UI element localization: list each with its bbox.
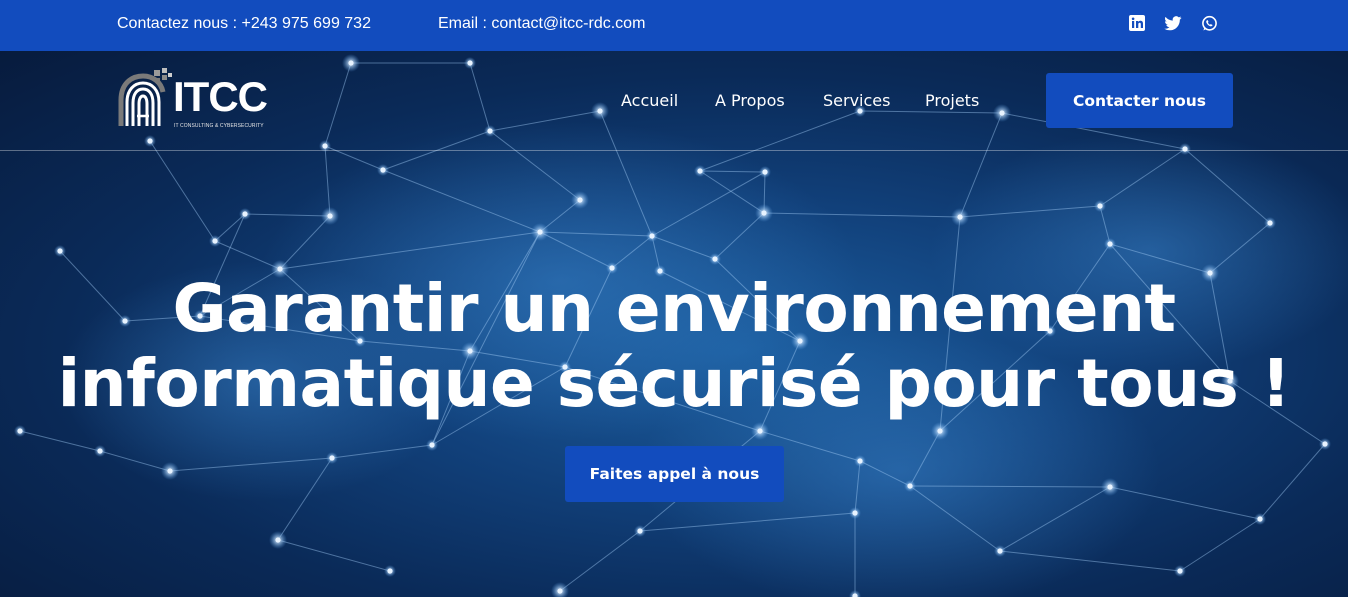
itcc-logo[interactable]: ITCC IT CONSULTING & CYBERSECURITY <box>117 68 268 130</box>
linkedin-icon[interactable] <box>1128 14 1146 32</box>
network-node <box>1322 441 1328 447</box>
network-node <box>762 169 768 175</box>
network-link <box>559 530 641 592</box>
network-node <box>387 568 393 574</box>
network-node <box>649 233 655 239</box>
network-node <box>712 256 718 262</box>
network-link <box>1259 443 1326 520</box>
network-node <box>327 213 333 219</box>
nav-item-a-propos[interactable]: A Propos <box>715 91 785 110</box>
network-node <box>212 238 218 244</box>
network-node <box>429 442 435 448</box>
headline-line-1: Garantir un environnement <box>172 270 1176 347</box>
network-node <box>1257 516 1263 522</box>
network-link <box>277 539 391 572</box>
network-node <box>1097 203 1103 209</box>
contact-us-button[interactable]: Contacter nous <box>1046 73 1233 128</box>
contact-email[interactable]: Email : contact@itcc-rdc.com <box>438 15 645 33</box>
network-node <box>1107 484 1113 490</box>
nav-item-accueil[interactable]: Accueil <box>621 91 678 110</box>
fingerprint-logo-icon <box>118 68 172 126</box>
network-node <box>380 167 386 173</box>
network-node <box>167 468 173 474</box>
network-node <box>757 428 763 434</box>
network-node <box>537 229 543 235</box>
headline-line-2: informatique sécurisé pour tous ! <box>57 345 1291 422</box>
network-node <box>957 214 963 220</box>
network-node <box>1177 568 1183 574</box>
network-node <box>1107 241 1113 247</box>
network-node <box>577 197 583 203</box>
top-contact-bar: Contactez nous : +243 975 699 732 Email … <box>0 0 1348 51</box>
network-node <box>97 448 103 454</box>
network-node <box>937 428 943 434</box>
main-navbar: ITCC IT CONSULTING & CYBERSECURITY Accue… <box>0 51 1348 151</box>
brand-name: ITCC <box>173 73 268 120</box>
network-node <box>242 211 248 217</box>
network-link <box>149 140 216 242</box>
social-links <box>1128 14 1218 32</box>
network-node <box>857 458 863 464</box>
network-node <box>275 537 281 543</box>
network-node <box>761 210 767 216</box>
hero-headline: Garantir un environnement informatique s… <box>0 271 1348 421</box>
network-node <box>1267 220 1273 226</box>
nav-item-projets[interactable]: Projets <box>925 91 979 110</box>
twitter-icon[interactable] <box>1164 14 1182 32</box>
nav-item-services[interactable]: Services <box>823 91 890 110</box>
call-us-button[interactable]: Faites appel à nous <box>565 446 784 502</box>
network-node <box>907 483 913 489</box>
network-node <box>997 548 1003 554</box>
network-link <box>1179 518 1261 572</box>
network-link <box>214 213 246 242</box>
whatsapp-icon[interactable] <box>1200 14 1218 32</box>
network-node <box>329 455 335 461</box>
network-node <box>57 248 63 254</box>
network-node <box>557 588 563 594</box>
network-node <box>17 428 23 434</box>
network-node <box>852 510 858 516</box>
network-node <box>637 528 643 534</box>
network-node <box>697 168 703 174</box>
contact-phone: Contactez nous : +243 975 699 732 <box>117 15 371 32</box>
brand-tagline: IT CONSULTING & CYBERSECURITY <box>174 123 264 129</box>
